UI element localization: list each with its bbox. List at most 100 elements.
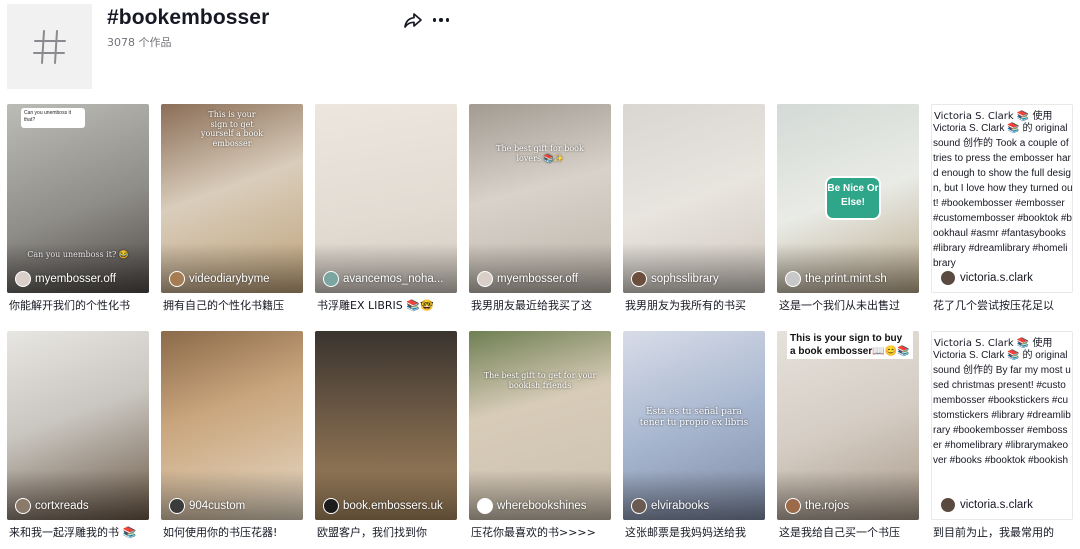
video-card[interactable]: Victoria S. Clark 📚 使用 Victoria S. Clark … <box>931 331 1073 549</box>
video-thumbnail[interactable]: Esta es tu señal para tener tu propio ex… <box>623 331 765 520</box>
video-author[interactable]: sophsslibrary <box>631 271 719 287</box>
video-caption[interactable]: 我男朋友为我所有的书买 <box>625 297 765 313</box>
avatar <box>785 271 801 287</box>
video-thumbnail[interactable]: Victoria S. Clark 📚 使用 Victoria S. Clark … <box>931 331 1073 520</box>
video-caption[interactable]: 花了几个尝试按压花足以 <box>933 297 1073 313</box>
video-caption[interactable]: 这是一个我们从未出售过 <box>779 297 919 313</box>
video-card[interactable]: Esta es tu señal para tener tu propio ex… <box>623 331 765 549</box>
video-caption[interactable]: 欧盟客户，我们找到你 <box>317 524 457 540</box>
video-banner-text: This is your sign to buy a book embosser… <box>787 331 913 359</box>
video-thumbnail[interactable]: avancemos_noha... <box>315 104 457 293</box>
author-name: the.print.mint.sh <box>805 273 887 285</box>
video-thumbnail[interactable]: This is your sign to buy a book embosser… <box>777 331 919 520</box>
avatar <box>940 270 956 286</box>
video-author[interactable]: victoria.s.clark <box>940 270 1033 286</box>
author-name: 904custom <box>189 500 246 512</box>
video-card[interactable]: The best gift to get for your bookish fr… <box>469 331 611 549</box>
more-options-button[interactable] <box>431 10 451 30</box>
video-thumbnail[interactable]: Be Nice Or Else! the.print.mint.sh <box>777 104 919 293</box>
video-grid: Can you unemboss it that?Can you unembos… <box>7 104 1073 549</box>
video-card[interactable]: The best gift for book lovers 📚✨ myemboss… <box>469 104 611 323</box>
video-author[interactable]: book.embossers.uk <box>323 498 443 514</box>
avatar <box>477 271 493 287</box>
video-card[interactable]: Can you unemboss it that?Can you unembos… <box>7 104 149 323</box>
video-thumbnail[interactable]: The best gift for book lovers 📚✨ myemboss… <box>469 104 611 293</box>
video-caption[interactable]: 你能解开我们的个性化书 <box>9 297 149 313</box>
hashtag-header: #bookembosser 3078 个作品 <box>7 4 1073 90</box>
video-thumbnail[interactable]: This is your sign to get yourself a book… <box>161 104 303 293</box>
video-author[interactable]: myembosser.off <box>15 271 116 287</box>
video-thumbnail[interactable]: cortxreads <box>7 331 149 520</box>
video-author[interactable]: cortxreads <box>15 498 89 514</box>
video-overlay-text: The best gift to get for your bookish fr… <box>483 371 597 390</box>
video-author[interactable]: videodiarybyme <box>169 271 270 287</box>
video-author[interactable]: avancemos_noha... <box>323 271 443 287</box>
video-caption[interactable]: 书浮雕EX LIBRIS 📚🤓 <box>317 297 457 313</box>
video-author[interactable]: the.print.mint.sh <box>785 271 887 287</box>
video-caption[interactable]: 到目前为止，我最常用的 <box>933 524 1073 540</box>
video-card[interactable]: cortxreads 来和我一起浮雕我的书 📚 <box>7 331 149 549</box>
video-overlay-text: This is your sign to get yourself a book… <box>200 110 264 148</box>
video-card[interactable]: avancemos_noha... 书浮雕EX LIBRIS 📚🤓 <box>315 104 457 323</box>
author-name: myembosser.off <box>35 273 116 285</box>
video-author[interactable]: myembosser.off <box>477 271 578 287</box>
avatar <box>631 271 647 287</box>
video-caption[interactable]: 这是我给自己买一个书压 <box>779 524 919 540</box>
video-card[interactable]: sophsslibrary 我男朋友为我所有的书买 <box>623 104 765 323</box>
video-thumbnail[interactable]: Can you unemboss it that?Can you unembos… <box>7 104 149 293</box>
avatar <box>940 497 956 513</box>
avatar <box>785 498 801 514</box>
thumbnail-alt-text: Victoria S. Clark 📚 使用 <box>934 338 1053 349</box>
author-name: cortxreads <box>35 500 89 512</box>
avatar <box>631 498 647 514</box>
video-card[interactable]: Victoria S. Clark 📚 使用 Victoria S. Clark … <box>931 104 1073 323</box>
video-caption[interactable]: 这张邮票是我妈妈送给我 <box>625 524 765 540</box>
thumbnail-description: Victoria S. Clark 📚 的 original sound 创作的… <box>933 350 1071 466</box>
page-title: #bookembosser <box>107 6 270 29</box>
video-count: 3078 个作品 <box>107 36 172 49</box>
video-card[interactable]: Be Nice Or Else! the.print.mint.sh 这是一个我们从… <box>777 104 919 323</box>
video-author[interactable]: 904custom <box>169 498 245 514</box>
video-card[interactable]: This is your sign to buy a book embosser… <box>777 331 919 549</box>
video-card[interactable]: book.embossers.uk 欧盟客户，我们找到你 <box>315 331 457 549</box>
video-caption[interactable]: 压花你最喜欢的书>>>> <box>471 524 611 540</box>
author-name: victoria.s.clark <box>960 272 1033 284</box>
video-thumbnail[interactable]: 904custom <box>161 331 303 520</box>
avatar <box>477 498 493 514</box>
avatar <box>169 271 185 287</box>
comment-bubble: Can you unemboss it that? <box>21 108 85 128</box>
author-name: the.rojos <box>805 500 850 512</box>
avatar <box>323 271 339 287</box>
video-card[interactable]: This is your sign to get yourself a book… <box>161 104 303 323</box>
author-name: elvirabooks <box>651 500 710 512</box>
video-caption[interactable]: 拥有自己的个性化书籍压 <box>163 297 303 313</box>
thumbnail-alt-text: Victoria S. Clark 📚 使用 <box>934 111 1053 122</box>
video-author[interactable]: the.rojos <box>785 498 849 514</box>
share-button[interactable] <box>403 10 423 30</box>
share-arrow-icon <box>404 13 422 28</box>
author-name: myembosser.off <box>497 273 578 285</box>
video-caption[interactable]: 来和我一起浮雕我的书 📚 <box>9 524 149 540</box>
thumbnail-description: Victoria S. Clark 📚 的 original sound 创作的… <box>933 123 1073 269</box>
avatar <box>15 498 31 514</box>
more-dots-icon <box>432 18 437 22</box>
video-author[interactable]: elvirabooks <box>631 498 709 514</box>
author-name: avancemos_noha... <box>343 273 444 285</box>
author-name: videodiarybyme <box>189 273 270 285</box>
video-thumbnail[interactable]: sophsslibrary <box>623 104 765 293</box>
author-name: sophsslibrary <box>651 273 719 285</box>
video-caption[interactable]: 如何使用你的书压花器! <box>163 524 303 540</box>
video-sticker-badge: Be Nice Or Else! <box>825 176 881 220</box>
video-thumbnail[interactable]: book.embossers.uk <box>315 331 457 520</box>
video-thumbnail[interactable]: The best gift to get for your bookish fr… <box>469 331 611 520</box>
author-name: book.embossers.uk <box>343 500 443 512</box>
author-name: wherebookshines <box>497 500 587 512</box>
video-card[interactable]: 904custom 如何使用你的书压花器! <box>161 331 303 549</box>
video-author[interactable]: victoria.s.clark <box>940 497 1033 513</box>
video-author[interactable]: wherebookshines <box>477 498 587 514</box>
avatar <box>323 498 339 514</box>
video-thumbnail[interactable]: Victoria S. Clark 📚 使用 Victoria S. Clark … <box>931 104 1073 293</box>
video-caption[interactable]: 我男朋友最近给我买了这 <box>471 297 611 313</box>
avatar <box>169 498 185 514</box>
video-overlay-text: The best gift for book lovers 📚✨ <box>496 144 584 163</box>
